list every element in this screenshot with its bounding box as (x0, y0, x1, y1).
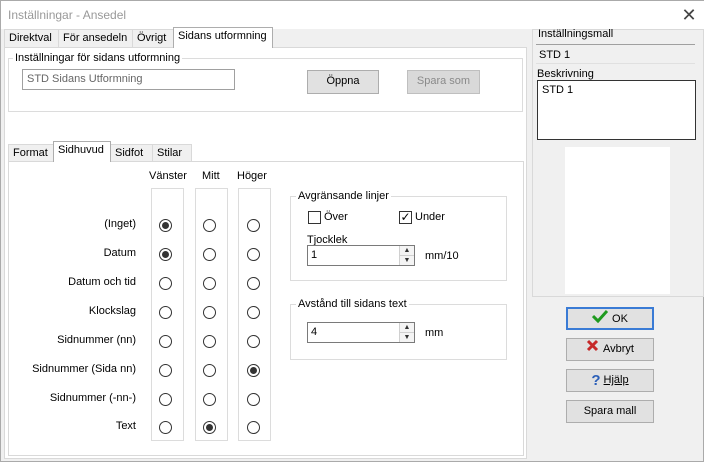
right-radio[interactable] (247, 248, 260, 261)
tab-sidans-utformning[interactable]: Sidans utformning (173, 27, 273, 48)
under-checkbox[interactable]: ✓ (399, 211, 412, 224)
title-bar: Inställningar - Ansedel ✕ (1, 1, 704, 29)
ok-button[interactable]: OK (566, 307, 654, 330)
under-label: Under (415, 211, 445, 223)
tab-format[interactable]: Format (8, 144, 54, 162)
open-button[interactable]: Öppna (307, 70, 379, 94)
template-preview (565, 147, 670, 294)
help-button[interactable]: ? Hjälp (566, 369, 654, 392)
row-label: Sidnummer (-nn-) (49, 392, 136, 404)
tab-label: Format (13, 147, 48, 159)
left-radio[interactable] (159, 335, 172, 348)
center-radio[interactable] (203, 248, 216, 261)
tab-label: Sidhuvud (58, 144, 104, 156)
left-radio[interactable] (159, 393, 172, 406)
tab-ovrigt[interactable]: Övrigt (132, 29, 174, 47)
spin-down-icon[interactable]: ▼ (400, 332, 414, 342)
thickness-spinner[interactable]: 1 ▲ ▼ (307, 245, 415, 266)
over-label: Över (324, 211, 348, 223)
template-field[interactable]: STD 1 (536, 44, 695, 64)
question-icon: ? (591, 371, 601, 389)
center-radio[interactable] (203, 364, 216, 377)
save-as-button[interactable]: Spara som (407, 70, 480, 94)
dividing-lines-label: Avgränsande linjer (296, 190, 391, 202)
tab-label: För ansedeln (63, 32, 128, 44)
main-tab-panel: Inställningar för sidans utformning STD … (4, 47, 527, 459)
description-field[interactable]: STD 1 (537, 80, 696, 140)
thickness-value: 1 (311, 249, 318, 261)
spin-up-icon[interactable]: ▲ (400, 246, 414, 256)
description-label: Beskrivning (537, 68, 594, 80)
center-radio[interactable] (203, 335, 216, 348)
template-pane: Inställningsmall STD 1 Beskrivning STD 1 (532, 28, 704, 297)
left-radio[interactable] (159, 219, 172, 232)
cancel-button[interactable]: Avbryt (566, 338, 654, 361)
center-radio[interactable] (203, 277, 216, 290)
right-radio[interactable] (247, 306, 260, 319)
settings-name-field[interactable]: STD Sidans Utformning (22, 69, 235, 90)
tab-for-ansedeln[interactable]: För ansedeln (58, 29, 133, 47)
tab-label: Övrigt (137, 32, 167, 44)
x-icon (586, 339, 599, 359)
right-radio[interactable] (247, 364, 260, 377)
thickness-unit: mm/10 (425, 250, 459, 262)
left-radio[interactable] (159, 364, 172, 377)
row-label: Klockslag (88, 305, 136, 317)
left-radio[interactable] (159, 248, 172, 261)
right-radio[interactable] (247, 335, 260, 348)
left-radio[interactable] (159, 277, 172, 290)
tab-label: Sidfot (115, 147, 144, 159)
distance-spinner[interactable]: 4 ▲ ▼ (307, 322, 415, 343)
column-header-right: Höger (237, 170, 267, 182)
ok-label: OK (612, 313, 628, 325)
dialog-window: Inställningar - Ansedel ✕ Direktval För … (0, 0, 704, 462)
right-radio[interactable] (247, 219, 260, 232)
check-icon (591, 309, 609, 329)
close-icon[interactable]: ✕ (679, 6, 699, 24)
settings-group-label: Inställningar för sidans utformning (13, 52, 183, 64)
tab-sidhuvud[interactable]: Sidhuvud (53, 141, 111, 162)
spinner-arrows: ▲ ▼ (399, 323, 414, 342)
row-label: Text (115, 420, 136, 432)
tab-label: Direktval (9, 32, 52, 44)
right-radio[interactable] (247, 393, 260, 406)
right-radio[interactable] (247, 277, 260, 290)
spin-down-icon[interactable]: ▼ (400, 255, 414, 265)
distance-unit: mm (425, 327, 444, 339)
row-label: (Inget) (104, 218, 136, 230)
left-radio[interactable] (159, 306, 172, 319)
center-radio[interactable] (203, 421, 216, 434)
row-label: Sidnummer (Sida nn) (32, 363, 136, 375)
over-checkbox[interactable] (308, 211, 321, 224)
row-label: Datum och tid (68, 276, 136, 288)
row-label: Sidnummer (nn) (57, 334, 136, 346)
tab-label: Stilar (157, 147, 183, 159)
column-header-center: Mitt (202, 170, 220, 182)
tab-stilar[interactable]: Stilar (152, 144, 192, 162)
window-title: Inställningar - Ansedel (8, 8, 127, 22)
column-header-left: Vänster (149, 170, 187, 182)
spinner-arrows: ▲ ▼ (399, 246, 414, 265)
center-radio[interactable] (203, 306, 216, 319)
distance-value: 4 (311, 326, 318, 338)
save-template-button[interactable]: Spara mall (566, 400, 654, 423)
spin-up-icon[interactable]: ▲ (400, 323, 414, 333)
center-radio[interactable] (203, 393, 216, 406)
distance-label: Avstånd till sidans text (296, 298, 409, 310)
template-label: Inställningsmall (538, 28, 614, 40)
help-label: Hjälp (603, 374, 629, 387)
row-label: Datum (103, 247, 136, 259)
tab-label: Sidans utformning (178, 30, 267, 42)
cancel-label: Avbryt (603, 343, 634, 356)
right-radio[interactable] (247, 421, 260, 434)
center-radio[interactable] (203, 219, 216, 232)
left-radio[interactable] (159, 421, 172, 434)
tab-sidfot[interactable]: Sidfot (110, 144, 153, 162)
tab-direktval[interactable]: Direktval (4, 29, 59, 47)
